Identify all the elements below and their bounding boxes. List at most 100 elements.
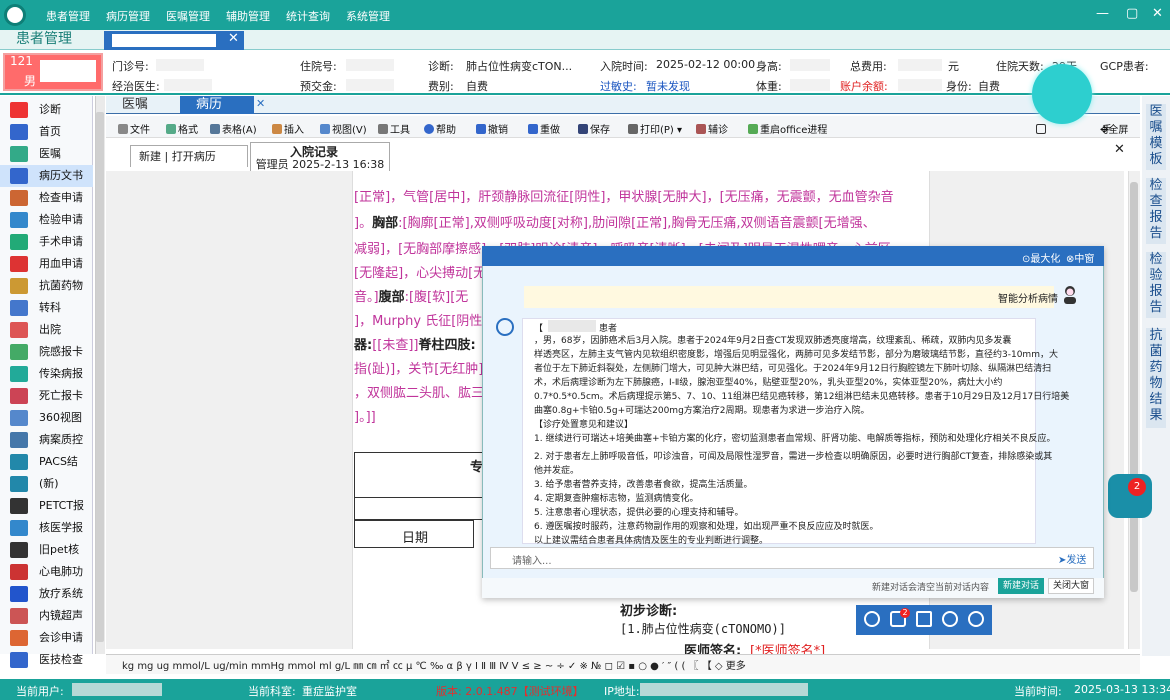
sidebar-item-3[interactable]: 病历文书 bbox=[0, 165, 93, 187]
doc-line-4: [无隆起]，心尖搏动[无弥 bbox=[354, 266, 500, 281]
sidebar-item-7[interactable]: 用血申请 bbox=[0, 253, 93, 275]
doc-line-2: ]。胸部:[胸廓[正常],双侧呼吸动度[对称],肋间隙[正常],胸骨无压痛,双侧… bbox=[354, 216, 876, 231]
sidebar-item-24[interactable]: 会诊申请 bbox=[0, 627, 93, 649]
right-tab-exam-report[interactable]: 检查报告 bbox=[1146, 178, 1166, 244]
new-open-record-button[interactable]: 新建 | 打开病历 bbox=[130, 145, 248, 167]
ai-chat-input[interactable] bbox=[490, 547, 1094, 569]
sidebar-item-4[interactable]: 检查申请 bbox=[0, 187, 93, 209]
ai-user-message bbox=[524, 286, 1054, 308]
sidebar-item-12[interactable]: 传染病报 bbox=[0, 363, 93, 385]
status-ip-label: IP地址: bbox=[604, 685, 640, 698]
toolbar-insert[interactable]: 插入 bbox=[272, 121, 304, 136]
toolbar-help[interactable]: 帮助 bbox=[424, 121, 456, 136]
table-spacer bbox=[354, 498, 484, 520]
toolbar-restart-office[interactable]: 重启office进程 bbox=[748, 121, 827, 136]
prelim-diagnosis-label: 初步诊断: bbox=[620, 604, 678, 619]
right-tab-antibiotic-result[interactable]: 抗菌药物结果 bbox=[1146, 328, 1166, 428]
menu-patient[interactable]: 患者管理 bbox=[46, 8, 90, 24]
sidebar-item-label: 检查申请 bbox=[39, 191, 83, 204]
restore-icon[interactable]: ▢ bbox=[1126, 6, 1138, 21]
search-icon[interactable] bbox=[942, 611, 958, 627]
diagnosis-value: 肺占位性病变cTON... bbox=[466, 60, 573, 73]
file-icon bbox=[118, 124, 128, 134]
sidebar-item-icon bbox=[10, 344, 28, 360]
toolbar-assist[interactable]: 辅诊 bbox=[696, 121, 728, 136]
sidebar-item-icon bbox=[10, 652, 28, 668]
sidebar-item-25[interactable]: 医技检查 bbox=[0, 649, 93, 671]
ai-maximize-button[interactable]: ⊙最大化 bbox=[1022, 250, 1060, 265]
ai-send-button[interactable]: ➤发送 bbox=[1058, 551, 1086, 566]
sidebar-item-6[interactable]: 手术申请 bbox=[0, 231, 93, 253]
toolbar-format[interactable]: 格式 bbox=[166, 121, 198, 136]
right-tab-lab-report[interactable]: 检验报告 bbox=[1146, 252, 1166, 318]
sidebar-item-20[interactable]: 旧pet核 bbox=[0, 539, 93, 561]
tab-records[interactable]: 病历 bbox=[180, 96, 254, 114]
total-cost-unit: 元 bbox=[948, 60, 959, 73]
float-close-icon[interactable] bbox=[968, 611, 984, 627]
doc-line-10: ]。]] bbox=[354, 410, 376, 425]
sidebar-item-23[interactable]: 内镜超声 bbox=[0, 605, 93, 627]
menu-system[interactable]: 系统管理 bbox=[346, 8, 390, 24]
sidebar-item-14[interactable]: 360视图 bbox=[0, 407, 93, 429]
ai-restore-button[interactable]: ⊗中窗 bbox=[1066, 250, 1094, 265]
sidebar-item-21[interactable]: 心电肺功 bbox=[0, 561, 93, 583]
editor-scroll-thumb[interactable] bbox=[1130, 182, 1138, 592]
sidebar-item-11[interactable]: 院感报卡 bbox=[0, 341, 93, 363]
sidebar-item-5[interactable]: 检验申请 bbox=[0, 209, 93, 231]
tab-records-close-icon[interactable]: ✕ bbox=[256, 97, 265, 110]
sidebar-item-15[interactable]: 病案质控 bbox=[0, 429, 93, 451]
close-icon[interactable]: ✕ bbox=[1152, 6, 1163, 21]
document-close-icon[interactable]: ✕ bbox=[1114, 142, 1125, 157]
sidebar-item-13[interactable]: 死亡报卡 bbox=[0, 385, 93, 407]
sidebar-item-18[interactable]: PETCT报 bbox=[0, 495, 93, 517]
sidebar-item-icon bbox=[10, 146, 28, 162]
toolbar-tools[interactable]: 工具 bbox=[378, 121, 410, 136]
sidebar-item-22[interactable]: 放疗系统 bbox=[0, 583, 93, 605]
ai-new-chat-button[interactable]: 新建对话 bbox=[998, 578, 1044, 594]
sidebar-item-0[interactable]: 诊断 bbox=[0, 99, 93, 121]
balance-label: 账户余额: bbox=[840, 80, 888, 93]
ai-response-line: 5. 注意患者心理状态，提供必要的心理支持和辅导。 bbox=[534, 508, 744, 518]
floating-assistant-button[interactable] bbox=[1032, 64, 1092, 124]
patient-tab-close-icon[interactable]: ✕ bbox=[228, 31, 239, 46]
sidebar-item-10[interactable]: 出院 bbox=[0, 319, 93, 341]
sidebar-scroll-thumb[interactable] bbox=[96, 112, 104, 642]
user-avatar-icon bbox=[1064, 286, 1076, 304]
book-icon[interactable] bbox=[916, 611, 932, 627]
checkbox-icon bbox=[1036, 124, 1046, 134]
toolbar-fullscreen[interactable]: ✥全屏 bbox=[1100, 121, 1128, 136]
ai-close-big-button[interactable]: 关闭大窗 bbox=[1048, 578, 1094, 594]
sidebar-item-8[interactable]: 抗菌药物 bbox=[0, 275, 93, 297]
toolbar-redo[interactable]: 重做 bbox=[528, 121, 560, 136]
sidebar-item-label: 医技检查 bbox=[39, 653, 83, 666]
ai-response-line: 4. 定期复查肿瘤标志物，监测病情变化。 bbox=[534, 494, 699, 504]
right-tab-order-template[interactable]: 医嘱模板 bbox=[1146, 104, 1166, 170]
inpatient-no-label: 住院号: bbox=[300, 60, 337, 73]
status-bar bbox=[0, 679, 1170, 700]
sidebar-item-9[interactable]: 转科 bbox=[0, 297, 93, 319]
toolbar-file[interactable]: 文件 bbox=[118, 121, 150, 136]
help-icon bbox=[424, 124, 434, 134]
module-title: 患者管理 bbox=[16, 31, 72, 47]
sidebar-item-icon bbox=[10, 608, 28, 624]
toolbar-view[interactable]: 视图(V) bbox=[320, 121, 367, 136]
sidebar-item-16[interactable]: PACS结 bbox=[0, 451, 93, 473]
menu-orders[interactable]: 医嘱管理 bbox=[166, 8, 210, 24]
toolbar-save[interactable]: 保存 bbox=[578, 121, 610, 136]
toolbar-table[interactable]: 表格(A) bbox=[210, 121, 257, 136]
menu-aux[interactable]: 辅助管理 bbox=[226, 8, 270, 24]
ai-footer-note: 新建对话会清空当前对话内容 bbox=[872, 583, 990, 593]
assistant-icon[interactable] bbox=[864, 611, 880, 627]
sidebar-item-19[interactable]: 核医学报 bbox=[0, 517, 93, 539]
minimize-icon[interactable]: — bbox=[1096, 6, 1109, 21]
menu-stats[interactable]: 统计查询 bbox=[286, 8, 330, 24]
sidebar-item-1[interactable]: 首页 bbox=[0, 121, 93, 143]
sidebar-item-17[interactable]: (新) bbox=[0, 473, 93, 495]
menu-records[interactable]: 病历管理 bbox=[106, 8, 150, 24]
sidebar-item-2[interactable]: 医嘱 bbox=[0, 143, 93, 165]
toolbar-undo[interactable]: 撤销 bbox=[476, 121, 508, 136]
sidebar-item-icon bbox=[10, 586, 28, 602]
symbol-list[interactable]: kg mg ug mmol/L ug/min mmHg mmol ml g/L … bbox=[122, 657, 746, 672]
tab-orders[interactable]: 医嘱 bbox=[106, 96, 180, 114]
toolbar-print[interactable]: 打印(P) ▾ bbox=[628, 121, 682, 136]
